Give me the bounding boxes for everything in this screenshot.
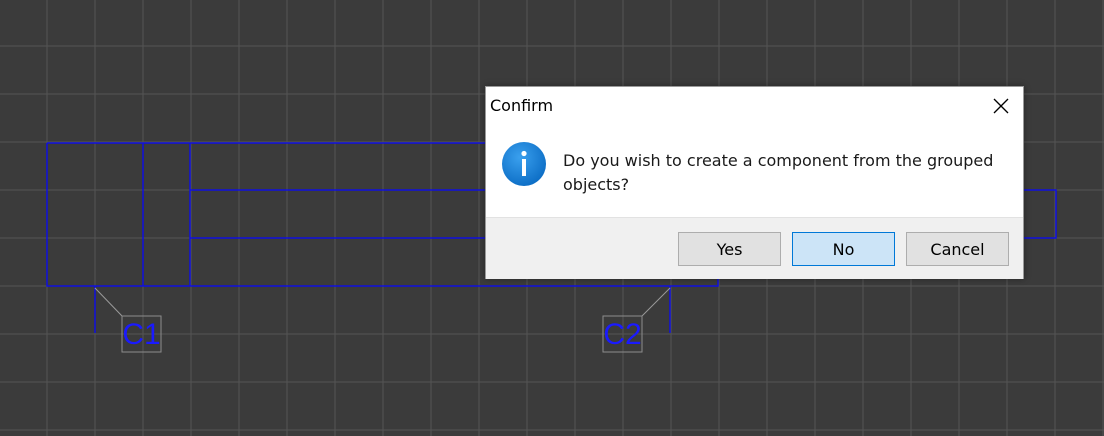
close-button[interactable] bbox=[987, 92, 1015, 120]
dialog-titlebar[interactable]: Confirm bbox=[486, 87, 1023, 125]
dialog-title: Confirm bbox=[490, 96, 554, 115]
info-icon bbox=[502, 142, 546, 186]
label-text: C2 bbox=[603, 318, 641, 351]
no-button[interactable]: No bbox=[792, 232, 895, 266]
yes-button[interactable]: Yes bbox=[678, 232, 781, 266]
label-c1[interactable]: C1 bbox=[121, 315, 162, 353]
dialog-body: Do you wish to create a component from t… bbox=[486, 125, 1023, 217]
dialog-message: Do you wish to create a component from t… bbox=[563, 151, 994, 194]
label-c2[interactable]: C2 bbox=[602, 315, 643, 353]
label-text: C1 bbox=[122, 318, 160, 351]
leader-line bbox=[94, 287, 123, 317]
cancel-button[interactable]: Cancel bbox=[906, 232, 1009, 266]
confirm-dialog: Confirm Do you wish to create a componen… bbox=[485, 86, 1024, 279]
leader-line bbox=[641, 287, 671, 317]
dialog-button-bar: Yes No Cancel bbox=[486, 217, 1023, 279]
close-icon bbox=[993, 98, 1009, 114]
